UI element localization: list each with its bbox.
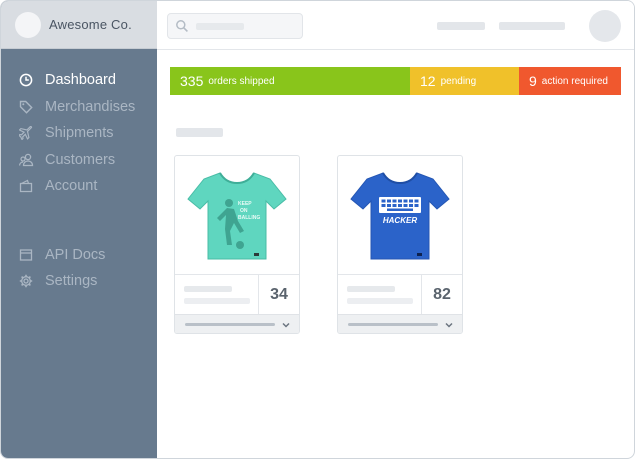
- svg-text:BALLING: BALLING: [238, 215, 260, 221]
- svg-text:ON: ON: [240, 208, 248, 214]
- sidebar-item-customers[interactable]: Customers: [1, 147, 157, 174]
- sidebar-item-api-docs[interactable]: API Docs: [1, 242, 157, 269]
- sidebar-item-label: Shipments: [45, 125, 114, 142]
- sidebar-item-shipments[interactable]: Shipments: [1, 120, 157, 147]
- product-subtitle-placeholder: [347, 298, 413, 304]
- product-card[interactable]: KEEP ON BALLING 34: [174, 155, 300, 334]
- sidebar-nav: Dashboard Merchandises Shipments Custome…: [1, 67, 157, 295]
- product-meta: 34: [175, 274, 299, 315]
- blue-tshirt-image: HACKER: [350, 172, 450, 260]
- product-count: 34: [258, 275, 299, 315]
- search-input[interactable]: [195, 18, 295, 34]
- order-status-bar: 335 orders shipped 12 pending 9 action r…: [170, 67, 621, 95]
- sidebar-item-merchandises[interactable]: Merchandises: [1, 94, 157, 121]
- plane-icon: [18, 125, 34, 141]
- action-label: action required: [541, 75, 608, 87]
- brand-name: Awesome Co.: [49, 17, 132, 32]
- gear-icon: [18, 273, 34, 289]
- product-card[interactable]: HACKER 82: [337, 155, 463, 334]
- sidebar-item-settings[interactable]: Settings: [1, 268, 157, 295]
- sidebar-item-label: Merchandises: [45, 98, 136, 115]
- product-name-placeholder: [184, 286, 232, 292]
- status-shipped[interactable]: 335 orders shipped: [170, 67, 410, 95]
- shipped-label: orders shipped: [208, 75, 275, 87]
- sidebar-item-label: API Docs: [45, 246, 106, 263]
- top-nav-link[interactable]: [437, 22, 485, 30]
- product-dropdown[interactable]: [175, 314, 299, 333]
- sidebar-item-dashboard[interactable]: Dashboard: [1, 67, 157, 94]
- sidebar-item-label: Customers: [45, 151, 116, 168]
- mint-tshirt-image: KEEP ON BALLING: [187, 172, 287, 260]
- search-icon: [175, 19, 189, 33]
- svg-text:KEEP: KEEP: [238, 201, 252, 207]
- sidebar-item-label: Dashboard: [45, 72, 116, 89]
- chevron-down-icon: [281, 318, 291, 330]
- pending-count: 12: [420, 73, 436, 89]
- app-window: Awesome Co. Dashboard Merchandises Shipm…: [0, 0, 635, 459]
- product-meta: 82: [338, 274, 462, 315]
- clock-icon: [18, 72, 34, 88]
- dropdown-value-placeholder: [185, 323, 275, 326]
- users-icon: [18, 152, 34, 168]
- status-action-required[interactable]: 9 action required: [519, 67, 621, 95]
- product-count: 82: [421, 275, 462, 315]
- wallet-icon: [18, 178, 34, 194]
- shipped-count: 335: [180, 73, 204, 89]
- top-nav-link[interactable]: [499, 22, 565, 30]
- sidebar-item-account[interactable]: Account: [1, 173, 157, 200]
- product-name-placeholder: [347, 286, 395, 292]
- brand-avatar: [15, 11, 41, 38]
- tag-icon: [18, 99, 34, 115]
- product-dropdown[interactable]: [338, 314, 462, 333]
- section-heading-placeholder: [176, 128, 223, 137]
- dropdown-value-placeholder: [348, 323, 438, 326]
- status-pending[interactable]: 12 pending: [410, 67, 519, 95]
- user-avatar[interactable]: [589, 10, 621, 42]
- action-count: 9: [529, 73, 537, 89]
- top-bar: [157, 1, 634, 50]
- window-icon: [18, 247, 34, 263]
- tshirt-print-text: HACKER: [383, 216, 417, 225]
- product-image[interactable]: KEEP ON BALLING: [175, 156, 299, 274]
- brand-header[interactable]: Awesome Co.: [1, 1, 157, 49]
- chevron-down-icon: [444, 318, 454, 330]
- sidebar-item-label: Settings: [45, 273, 98, 290]
- product-subtitle-placeholder: [184, 298, 250, 304]
- product-image[interactable]: HACKER: [338, 156, 462, 274]
- pending-label: pending: [440, 75, 477, 87]
- search-box[interactable]: [167, 13, 303, 39]
- sidebar: Awesome Co. Dashboard Merchandises Shipm…: [1, 1, 157, 458]
- sidebar-item-label: Account: [45, 178, 98, 195]
